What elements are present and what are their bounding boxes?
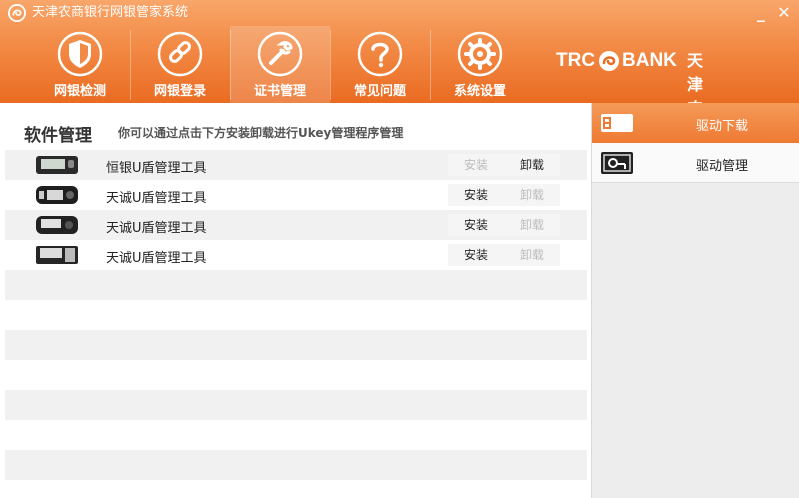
- nav-label: 网银登录: [153, 84, 206, 99]
- close-button[interactable]: ✕: [775, 4, 793, 22]
- uninstall-button[interactable]: 卸载: [504, 154, 560, 176]
- minimize-button[interactable]: _: [752, 4, 770, 22]
- tool-name: 天诚U盾管理工具: [106, 221, 207, 236]
- sidebar-item-driver-download[interactable]: 驱动下载: [592, 103, 799, 143]
- tool-name: 天诚U盾管理工具: [106, 191, 207, 206]
- uninstall-button[interactable]: 卸载: [504, 244, 560, 266]
- ukey-device-icon: [36, 216, 78, 234]
- software-management-panel: 软件管理 你可以通过点击下方安装卸载进行Ukey管理程序管理 恒银U盾管理工具 …: [0, 103, 591, 498]
- table-row: 天诚U盾管理工具 安装 卸载: [5, 180, 587, 210]
- empty-row: [5, 330, 587, 360]
- install-button[interactable]: 安装: [448, 154, 504, 176]
- gear-icon: [457, 31, 503, 77]
- header: 天津农商银行网银管家系统 _ ✕ 网银检测 网银登录 证书管理 常见问题 系统设…: [0, 0, 799, 190]
- nav-label: 常见问题: [353, 84, 406, 99]
- app-window: 天津农商银行网银管家系统 _ ✕ 网银检测 网银登录 证书管理 常见问题 系统设…: [0, 0, 799, 498]
- brand-name-en-part2: BANK: [622, 50, 677, 71]
- nav-item-network-check[interactable]: 网银检测: [30, 26, 130, 103]
- nav-item-settings[interactable]: 系统设置: [430, 26, 530, 103]
- bank-swirl-icon: [599, 51, 619, 71]
- sidebar-item-label: 驱动下载: [696, 119, 749, 134]
- usb-drive-icon: [601, 114, 633, 132]
- brand-name-en-part1: TRC: [556, 50, 596, 71]
- certificate-icon: [601, 152, 633, 174]
- shield-icon: [57, 31, 103, 77]
- table-row: 恒银U盾管理工具 安装 卸载: [5, 150, 587, 180]
- install-button[interactable]: 安装: [448, 184, 504, 206]
- nav-label: 系统设置: [453, 84, 506, 99]
- tool-name: 恒银U盾管理工具: [106, 161, 207, 176]
- empty-row: [5, 270, 587, 300]
- table-row: 天诚U盾管理工具 安装 卸载: [5, 210, 587, 240]
- ukey-device-icon: [36, 186, 78, 204]
- uninstall-button[interactable]: 卸载: [504, 184, 560, 206]
- title-bar: 天津农商银行网银管家系统 _ ✕: [0, 0, 799, 26]
- empty-row: [5, 360, 587, 390]
- empty-row: [5, 300, 587, 330]
- page-title: 软件管理: [24, 126, 92, 146]
- ukey-device-icon: [36, 156, 78, 174]
- empty-row: [5, 450, 587, 480]
- question-icon: [357, 31, 403, 77]
- nav-item-online-login[interactable]: 网银登录: [130, 26, 230, 103]
- nav-item-cert-management[interactable]: 证书管理: [230, 26, 330, 103]
- tool-name: 天诚U盾管理工具: [106, 251, 207, 266]
- nav-label: 证书管理: [253, 84, 306, 99]
- empty-row: [5, 420, 587, 450]
- link-icon: [157, 31, 203, 77]
- ukey-device-icon: [36, 246, 78, 264]
- page-description: 你可以通过点击下方安装卸载进行Ukey管理程序管理: [118, 126, 404, 140]
- table-row: 天诚U盾管理工具 安装 卸载: [5, 240, 587, 270]
- nav-item-faq[interactable]: 常见问题: [330, 26, 430, 103]
- wrench-icon: [257, 31, 303, 77]
- empty-row: [5, 390, 587, 420]
- nav-label: 网银检测: [53, 84, 106, 99]
- install-button[interactable]: 安装: [448, 244, 504, 266]
- uninstall-button[interactable]: 卸载: [504, 214, 560, 236]
- sidebar-item-driver-management[interactable]: 驱动管理: [592, 143, 799, 183]
- install-button[interactable]: 安装: [448, 214, 504, 236]
- sidebar-item-label: 驱动管理: [696, 159, 749, 174]
- driver-sidebar: 驱动下载 驱动管理: [591, 103, 799, 498]
- window-title: 天津农商银行网银管家系统: [32, 5, 189, 20]
- bank-logo-icon: [8, 4, 26, 22]
